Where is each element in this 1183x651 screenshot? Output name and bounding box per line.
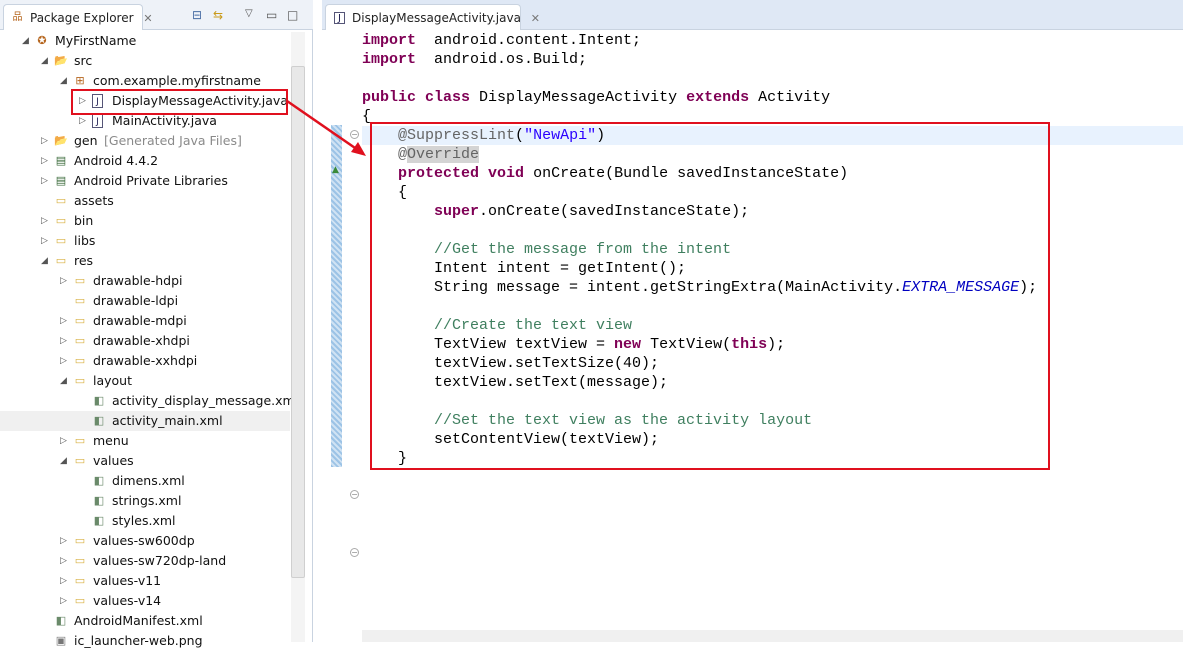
annotation-arrow [286,99,366,156]
